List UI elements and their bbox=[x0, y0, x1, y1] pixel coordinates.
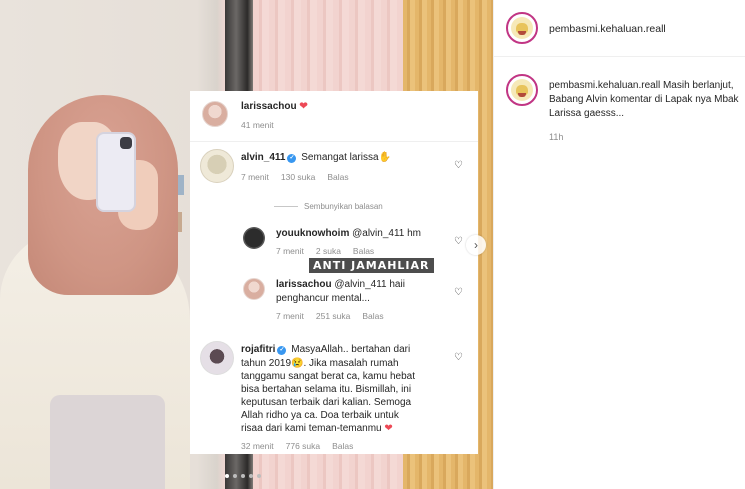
comment-text-line: Allah ridho ya ca. Doa terbaik untuk bbox=[241, 410, 399, 421]
comment-rojafitri: rojafitri ✓ MasyaAllah.. bertahan dari bbox=[241, 344, 410, 355]
reply-text-continued: penghancur mental... bbox=[276, 293, 370, 304]
comment-alvin: alvin_411 ✓ Semangat larissa✋ bbox=[241, 152, 391, 163]
avatar bbox=[243, 227, 265, 249]
logo-face bbox=[516, 23, 528, 35]
like-heart-icon[interactable]: ♡ bbox=[454, 352, 463, 363]
heart-emoji: ❤ bbox=[384, 423, 393, 434]
comment-text: Semangat larissa✋ bbox=[301, 152, 391, 163]
comment-text-line: bisa bertahan selama itu. Bismillah, ini bbox=[241, 384, 412, 395]
carousel-dot bbox=[249, 474, 253, 478]
comment-likes[interactable]: 130 suka bbox=[281, 172, 316, 182]
header-username-text: larissachou bbox=[241, 101, 297, 112]
like-heart-icon[interactable]: ♡ bbox=[454, 160, 463, 171]
comment-text-line: risaa dari kami teman-temanmu ❤ bbox=[241, 422, 393, 435]
next-arrow-button[interactable]: › bbox=[466, 235, 486, 255]
account-username[interactable]: pembasmi.kehaluan.reall bbox=[549, 23, 666, 35]
heart-emoji: ❤ bbox=[299, 101, 308, 112]
header-username: larissachou ❤ bbox=[241, 101, 308, 112]
reply-time: 7 menit bbox=[276, 311, 304, 321]
reply-link[interactable]: Balas bbox=[332, 441, 353, 451]
comment-meta: 7 menit 130 suka Balas bbox=[241, 172, 349, 182]
reply-link[interactable]: Balas bbox=[327, 172, 348, 182]
carousel-dot bbox=[241, 474, 245, 478]
post-header: pembasmi.kehaluan.reall bbox=[494, 0, 745, 57]
reply-meta: 7 menit 2 suka Balas bbox=[276, 246, 374, 256]
comment-text-last: risaa dari kami teman-temanmu bbox=[241, 423, 382, 434]
post-side-panel: pembasmi.kehaluan.reall pembasmi.kehalua… bbox=[493, 0, 745, 489]
header-time: 41 menit bbox=[241, 120, 274, 130]
comment-username: alvin_411 bbox=[241, 152, 286, 163]
comment-time: 32 menit bbox=[241, 441, 274, 451]
watermark-text: ANTI JAMAHLIAR bbox=[309, 258, 434, 273]
reply-likes[interactable]: 251 suka bbox=[316, 311, 351, 321]
reply-meta: 7 menit 251 suka Balas bbox=[276, 311, 384, 321]
carousel-dot bbox=[257, 474, 261, 478]
reply-username: larissachou bbox=[276, 279, 332, 290]
reply-text: @alvin_411 haii bbox=[334, 279, 405, 290]
avatar bbox=[200, 341, 234, 375]
caption-username[interactable]: pembasmi.kehaluan.reall bbox=[549, 80, 660, 91]
post-image[interactable]: larissachou ❤ 41 menit alvin_411 ✓ Semang… bbox=[0, 0, 493, 489]
account-logo-icon bbox=[511, 79, 533, 101]
reply-time: 7 menit bbox=[276, 246, 304, 256]
hide-replies-line bbox=[274, 206, 298, 207]
carousel-dots bbox=[225, 474, 261, 478]
person-skirt bbox=[50, 395, 165, 489]
avatar bbox=[243, 278, 265, 300]
comment-text-line: tanggamu sangat berat ca, kamu hebat bbox=[241, 371, 416, 382]
comment-screenshot: larissachou ❤ 41 menit alvin_411 ✓ Semang… bbox=[190, 91, 478, 454]
reply-likes[interactable]: 2 suka bbox=[316, 246, 341, 256]
divider bbox=[190, 141, 478, 142]
avatar bbox=[202, 101, 228, 127]
reply-link[interactable]: Balas bbox=[362, 311, 383, 321]
comment-text-line: keputusan terbaik dari kalian. Semoga bbox=[241, 397, 412, 408]
like-heart-icon[interactable]: ♡ bbox=[454, 287, 463, 298]
hide-replies-label: Sembunyikan balasan bbox=[304, 202, 383, 211]
reply-larissachou: larissachou @alvin_411 haii bbox=[276, 279, 405, 290]
carousel-dot bbox=[233, 474, 237, 478]
avatar bbox=[200, 149, 234, 183]
account-avatar[interactable] bbox=[506, 12, 538, 44]
like-heart-icon[interactable]: ♡ bbox=[454, 236, 463, 247]
post-caption: pembasmi.kehaluan.reall Masih berlanjut,… bbox=[549, 79, 739, 121]
post-time: 11h bbox=[549, 132, 564, 142]
comment-username: rojafitri bbox=[241, 344, 276, 355]
phone-camera bbox=[120, 137, 132, 149]
verified-icon: ✓ bbox=[287, 154, 297, 163]
reply-link[interactable]: Balas bbox=[353, 246, 374, 256]
comment-meta: 32 menit 776 suka Balas bbox=[241, 441, 353, 451]
reply-username: youuknowhoim bbox=[276, 228, 350, 239]
reply-text: @alvin_411 hm bbox=[352, 228, 422, 239]
account-logo-icon bbox=[511, 17, 533, 39]
comment-text: MasyaAllah.. bertahan dari bbox=[291, 344, 411, 355]
carousel-dot bbox=[225, 474, 229, 478]
hide-replies[interactable]: Sembunyikan balasan bbox=[274, 202, 383, 211]
comment-time: 7 menit bbox=[241, 172, 269, 182]
caption-avatar[interactable] bbox=[506, 74, 538, 106]
header-time-text: 41 menit bbox=[241, 120, 274, 130]
logo-face bbox=[516, 85, 528, 97]
reply-youuknowhoim: youuknowhoim @alvin_411 hm bbox=[276, 228, 421, 239]
verified-icon: ✓ bbox=[277, 346, 287, 355]
comment-likes[interactable]: 776 suka bbox=[286, 441, 321, 451]
comment-text-line: tahun 2019😢. Jika masalah rumah bbox=[241, 358, 399, 369]
